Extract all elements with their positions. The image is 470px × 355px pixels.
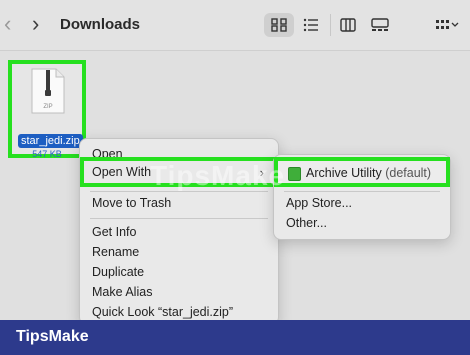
menu-item-get-info[interactable]: Get Info <box>92 225 136 239</box>
back-chevron-icon[interactable]: ‹ <box>4 12 11 36</box>
open-with-submenu: Archive Utility (default) App Store... O… <box>273 154 451 240</box>
default-tag: (default) <box>385 166 432 180</box>
finder-toolbar: ‹ › Downloads <box>0 0 470 51</box>
menu-item-rename[interactable]: Rename <box>92 245 139 259</box>
file-size: 547 KB <box>32 149 62 159</box>
submenu-item-archive-utility[interactable]: Archive Utility (default) <box>274 157 450 187</box>
footer-bar: TipsMake <box>0 320 470 355</box>
menu-item-make-alias[interactable]: Make Alias <box>92 285 152 299</box>
forward-chevron-icon[interactable]: › <box>32 12 39 36</box>
watermark: TipsMake <box>150 160 286 191</box>
menu-divider <box>284 191 440 192</box>
menu-divider <box>90 218 268 219</box>
menu-item-duplicate[interactable]: Duplicate <box>92 265 144 279</box>
zip-file-icon: ZIP <box>31 68 65 114</box>
column-view-icon[interactable] <box>333 13 363 37</box>
menu-item-label: Open With <box>92 165 152 179</box>
submenu-item-app-store[interactable]: App Store... <box>286 196 352 210</box>
archive-utility-icon <box>288 167 301 181</box>
grid-view-icon[interactable] <box>264 13 294 37</box>
menu-item-quick-look[interactable]: Quick Look “star_jedi.zip” <box>92 305 233 319</box>
app-name: Archive Utility <box>306 166 382 180</box>
window-title: Downloads <box>60 16 141 33</box>
zip-label: ZIP <box>43 104 52 110</box>
file-item[interactable]: ZIP star_jedi.zip 547 KB <box>8 60 86 159</box>
list-view-icon[interactable] <box>296 13 326 37</box>
footer-brand: TipsMake <box>16 328 89 345</box>
archive-utility-label: Archive Utility (default) <box>306 166 431 180</box>
submenu-item-other[interactable]: Other... <box>286 216 327 230</box>
toolbar-divider <box>330 14 331 36</box>
gallery-view-icon[interactable] <box>364 13 394 37</box>
group-by-icon[interactable] <box>428 13 464 37</box>
menu-item-move-to-trash[interactable]: Move to Trash <box>92 196 171 210</box>
file-name[interactable]: star_jedi.zip <box>18 134 83 148</box>
